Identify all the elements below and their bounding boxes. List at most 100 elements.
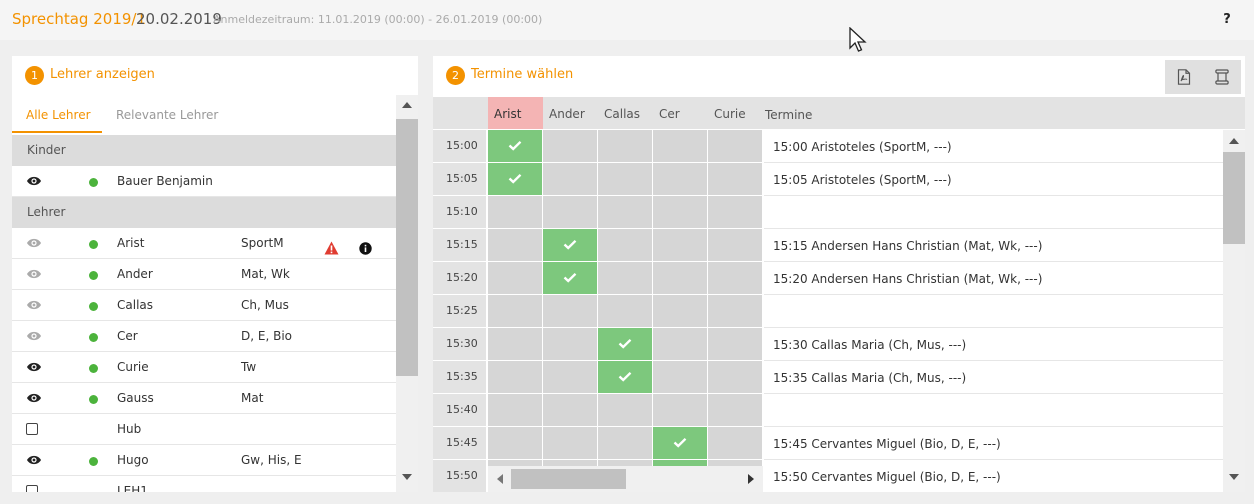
slot-cell[interactable] — [543, 196, 597, 228]
slot-cell[interactable] — [653, 262, 707, 294]
slot-cell[interactable] — [708, 427, 762, 459]
scroll-right-arrow-icon[interactable] — [748, 474, 755, 484]
slot-cell[interactable] — [708, 163, 762, 195]
slot-cell[interactable] — [708, 361, 762, 393]
eye-icon[interactable] — [26, 228, 42, 258]
time-slot-row: 15:15 15:15 Andersen Hans Christian (Mat,… — [433, 229, 1223, 262]
scroll-left-arrow-icon[interactable] — [496, 474, 503, 484]
booked-slot-cell[interactable] — [598, 328, 652, 360]
slot-cell[interactable] — [708, 328, 762, 360]
help-button[interactable]: ? — [1219, 10, 1235, 30]
scroll-down-arrow-icon[interactable] — [1229, 474, 1239, 481]
teacher-row[interactable]: Curie Tw — [12, 352, 396, 383]
booked-slot-cell[interactable] — [543, 229, 597, 261]
scroll-up-arrow-icon[interactable] — [402, 101, 412, 108]
slot-cell[interactable] — [653, 130, 707, 162]
slot-cell[interactable] — [488, 361, 542, 393]
slot-cell[interactable] — [488, 427, 542, 459]
booked-slot-cell[interactable] — [653, 427, 707, 459]
teacher-list-scroll-thumb[interactable] — [396, 119, 418, 376]
visibility-checkbox[interactable] — [26, 423, 38, 435]
booked-slot-cell[interactable] — [488, 130, 542, 162]
slot-cell[interactable] — [708, 295, 762, 327]
booked-slot-cell[interactable] — [598, 361, 652, 393]
slot-cell[interactable] — [488, 262, 542, 294]
teacher-row[interactable]: Gauss Mat — [12, 383, 396, 414]
slot-cell[interactable] — [708, 394, 762, 426]
teacher-column-header[interactable]: Arist — [488, 97, 543, 129]
eye-icon[interactable] — [26, 321, 42, 351]
slot-cell[interactable] — [543, 130, 597, 162]
eye-icon[interactable] — [26, 383, 42, 413]
slot-cell[interactable] — [543, 427, 597, 459]
booked-slot-cell[interactable] — [543, 262, 597, 294]
teacher-column-header[interactable]: Ander — [543, 97, 598, 129]
scroll-down-arrow-icon[interactable] — [402, 474, 412, 481]
check-icon — [618, 371, 632, 382]
slot-cell[interactable] — [488, 229, 542, 261]
slot-cell[interactable] — [598, 229, 652, 261]
slot-cell[interactable] — [708, 262, 762, 294]
tab-all-teachers[interactable]: Alle Lehrer — [12, 95, 102, 133]
eye-icon[interactable] — [26, 445, 42, 475]
slot-cell[interactable] — [653, 229, 707, 261]
eye-icon[interactable] — [26, 290, 42, 320]
scroll-view-button[interactable] — [1203, 60, 1241, 94]
slot-cell[interactable] — [653, 163, 707, 195]
tab-relevant-teachers[interactable]: Relevante Lehrer — [102, 95, 232, 133]
teacher-list-scrollbar[interactable] — [396, 95, 418, 492]
slot-cell[interactable] — [598, 163, 652, 195]
slot-cell[interactable] — [598, 394, 652, 426]
slot-cell[interactable] — [653, 328, 707, 360]
pdf-export-button[interactable] — [1165, 60, 1203, 94]
slot-cell[interactable] — [598, 295, 652, 327]
teacher-column-header[interactable]: Callas — [598, 97, 653, 129]
teacher-row[interactable]: LEH1 — [12, 476, 396, 492]
slot-cell[interactable] — [598, 130, 652, 162]
teacher-row[interactable]: Hugo Gw, His, E — [12, 445, 396, 476]
appointment-grid-header: Arist Ander Callas Cer Curie Termine — [433, 97, 1245, 129]
slot-cell[interactable] — [543, 295, 597, 327]
appointment-entry: 15:50 Cervantes Miguel (Bio, D, E, ---) — [764, 460, 1223, 492]
appointment-grid: 15:00 15:00 Aristoteles (SportM, ---) 15:0… — [433, 130, 1223, 492]
slot-cell[interactable] — [598, 262, 652, 294]
slot-cell[interactable] — [488, 394, 542, 426]
eye-icon[interactable] — [26, 166, 42, 196]
visibility-checkbox[interactable] — [26, 485, 38, 492]
slot-cell[interactable] — [653, 196, 707, 228]
slot-cell[interactable] — [488, 295, 542, 327]
teacher-row[interactable]: Ander Mat, Wk — [12, 259, 396, 290]
grid-vertical-scrollbar[interactable] — [1223, 130, 1245, 492]
slot-cell[interactable] — [708, 229, 762, 261]
appointment-entry — [764, 295, 1223, 328]
slot-cell[interactable] — [653, 394, 707, 426]
slot-cell[interactable] — [708, 130, 762, 162]
teacher-column-header[interactable]: Curie — [708, 97, 763, 129]
teacher-name: Cer — [117, 329, 138, 343]
slot-cell[interactable] — [488, 196, 542, 228]
teacher-row[interactable]: Hub — [12, 414, 396, 445]
grid-horizontal-scroll-thumb[interactable] — [511, 469, 626, 489]
grid-vertical-scroll-thumb[interactable] — [1223, 152, 1245, 244]
teacher-row[interactable]: Cer D, E, Bio — [12, 321, 396, 352]
slot-cell[interactable] — [653, 295, 707, 327]
slot-cell[interactable] — [543, 328, 597, 360]
teacher-row[interactable]: Bauer Benjamin — [12, 166, 396, 197]
eye-icon[interactable] — [26, 259, 42, 289]
eye-icon[interactable] — [26, 352, 42, 382]
scroll-up-arrow-icon[interactable] — [1229, 137, 1239, 144]
teacher-row[interactable]: Arist SportM — [12, 228, 396, 259]
slot-cell[interactable] — [598, 427, 652, 459]
slot-cell[interactable] — [543, 361, 597, 393]
slot-cell[interactable] — [598, 196, 652, 228]
slot-cell[interactable] — [543, 394, 597, 426]
slot-cell[interactable] — [653, 361, 707, 393]
slot-cell[interactable] — [543, 163, 597, 195]
teacher-column-header[interactable]: Cer — [653, 97, 708, 129]
grid-horizontal-scrollbar[interactable] — [488, 466, 763, 492]
slot-cell[interactable] — [708, 196, 762, 228]
online-status-dot — [89, 302, 98, 311]
booked-slot-cell[interactable] — [488, 163, 542, 195]
teacher-row[interactable]: Callas Ch, Mus — [12, 290, 396, 321]
slot-cell[interactable] — [488, 328, 542, 360]
